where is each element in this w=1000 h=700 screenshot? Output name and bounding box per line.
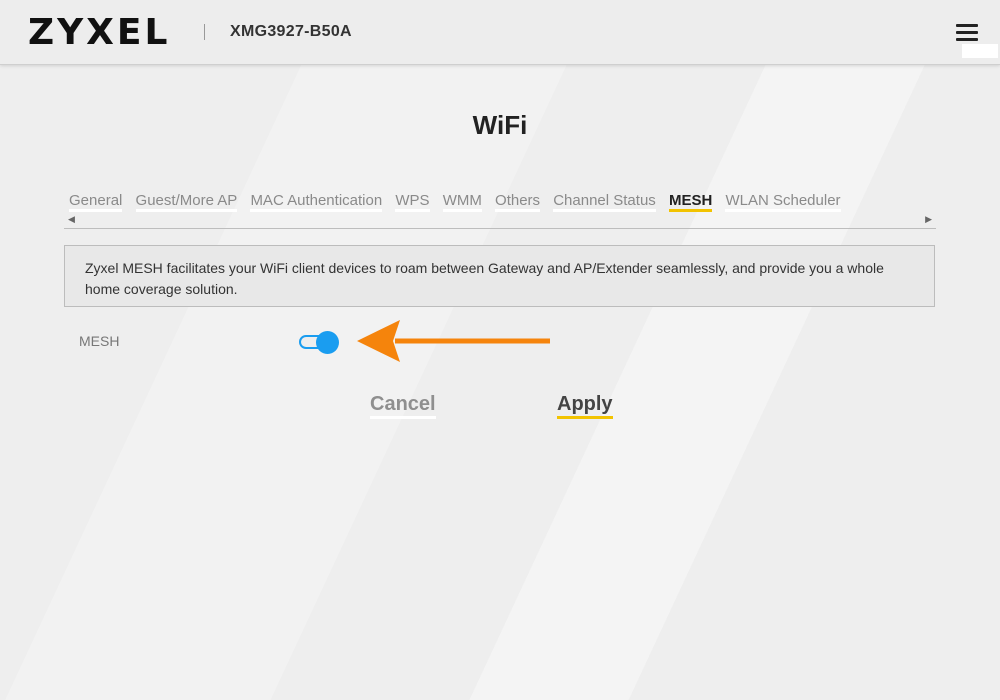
cancel-button[interactable]: Cancel xyxy=(370,393,436,419)
mesh-toggle[interactable] xyxy=(298,330,342,354)
model-name: XMG3927-B50A xyxy=(230,23,352,40)
zyxel-logo: ZYXEL xyxy=(28,12,171,53)
apply-button[interactable]: Apply xyxy=(557,393,613,419)
tab-channel-status[interactable]: Channel Status xyxy=(553,193,656,212)
tab-mesh[interactable]: MESH xyxy=(668,193,713,212)
toggle-knob xyxy=(316,331,339,354)
chevron-right-icon[interactable]: ▶ xyxy=(925,214,932,225)
mesh-label: MESH xyxy=(79,333,120,349)
tab-scrollbar[interactable]: ◀ ▶ xyxy=(64,212,936,229)
header-divider xyxy=(204,24,205,40)
top-header: ZYXEL XMG3927-B50A xyxy=(0,0,1000,65)
chevron-left-icon[interactable]: ◀ xyxy=(68,214,75,225)
corner-highlight xyxy=(962,44,998,58)
tab-others[interactable]: Others xyxy=(495,193,541,212)
page-title: WiFi xyxy=(472,110,528,140)
mesh-description-text: Zyxel MESH facilitates your WiFi client … xyxy=(85,260,884,297)
mesh-description-box: Zyxel MESH facilitates your WiFi client … xyxy=(64,245,935,307)
tab-wps[interactable]: WPS xyxy=(395,193,430,212)
hamburger-menu-icon[interactable] xyxy=(956,22,980,42)
tab-general[interactable]: General xyxy=(69,193,123,212)
tab-wlan-scheduler[interactable]: WLAN Scheduler xyxy=(725,193,841,212)
arrow-left-icon xyxy=(357,320,550,362)
tab-mac-authentication[interactable]: MAC Authentication xyxy=(250,193,383,212)
tab-guest-more-ap[interactable]: Guest/More AP xyxy=(135,193,238,212)
tab-wmm[interactable]: WMM xyxy=(442,193,482,212)
tab-bar: General Guest/More AP MAC Authentication… xyxy=(64,192,936,212)
